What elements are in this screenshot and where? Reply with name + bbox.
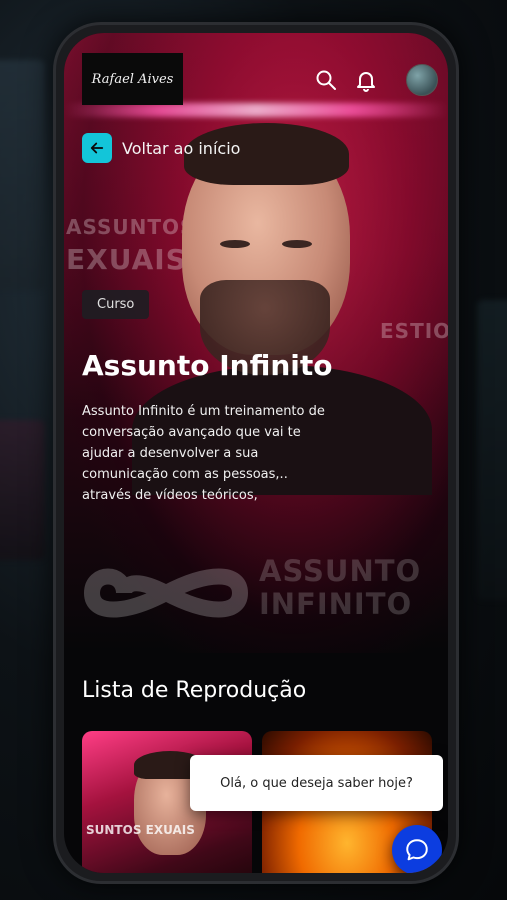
chat-greeting-text: Olá, o que deseja saber hoje? xyxy=(220,775,413,791)
chat-icon xyxy=(406,839,428,861)
backdrop-panel xyxy=(0,60,45,290)
brand-watermark: ASSUNTO INFINITO xyxy=(259,555,421,621)
brand-line: ASSUNTO xyxy=(259,554,422,588)
back-button[interactable] xyxy=(82,133,112,163)
notifications-button[interactable] xyxy=(354,68,378,92)
backdrop-panel xyxy=(0,420,45,560)
brand-line: INFINITO xyxy=(259,587,413,621)
playlist-title: Lista de Reprodução xyxy=(82,678,307,703)
chat-greeting-bubble[interactable]: Olá, o que deseja saber hoje? xyxy=(190,755,443,811)
portrait-eye xyxy=(282,240,312,248)
portrait-eye xyxy=(220,240,250,248)
hero-bg-text: ESTIO xyxy=(380,319,448,343)
search-icon xyxy=(316,70,336,90)
card-overlay-text: SUNTOS EXUAIS xyxy=(86,823,195,837)
course-title: Assunto Infinito xyxy=(82,349,333,382)
course-badge: Curso xyxy=(82,290,150,319)
bell-icon xyxy=(357,72,375,92)
arrow-left-icon xyxy=(90,142,104,154)
phone-frame: ASSUNTOS EXUAIS ESTIO ASSUNTO INFINITO R… xyxy=(53,22,459,884)
logo[interactable]: Rafael Aives xyxy=(82,53,183,105)
avatar[interactable] xyxy=(406,64,438,96)
search-button[interactable] xyxy=(314,68,338,92)
logo-text: Rafael Aives xyxy=(91,71,174,87)
hero-bg-text: EXUAIS xyxy=(66,243,187,276)
chat-button[interactable] xyxy=(392,825,442,873)
back-link[interactable]: Voltar ao início xyxy=(82,133,240,163)
phone-screen: ASSUNTOS EXUAIS ESTIO ASSUNTO INFINITO R… xyxy=(64,33,448,873)
hero-banner: ASSUNTOS EXUAIS ESTIO ASSUNTO INFINITO xyxy=(64,33,448,653)
backdrop-panel xyxy=(477,300,507,600)
infinity-logo-icon xyxy=(83,568,249,618)
back-label[interactable]: Voltar ao início xyxy=(122,139,240,158)
course-description: Assunto Infinito é um treinamento de con… xyxy=(82,404,325,503)
